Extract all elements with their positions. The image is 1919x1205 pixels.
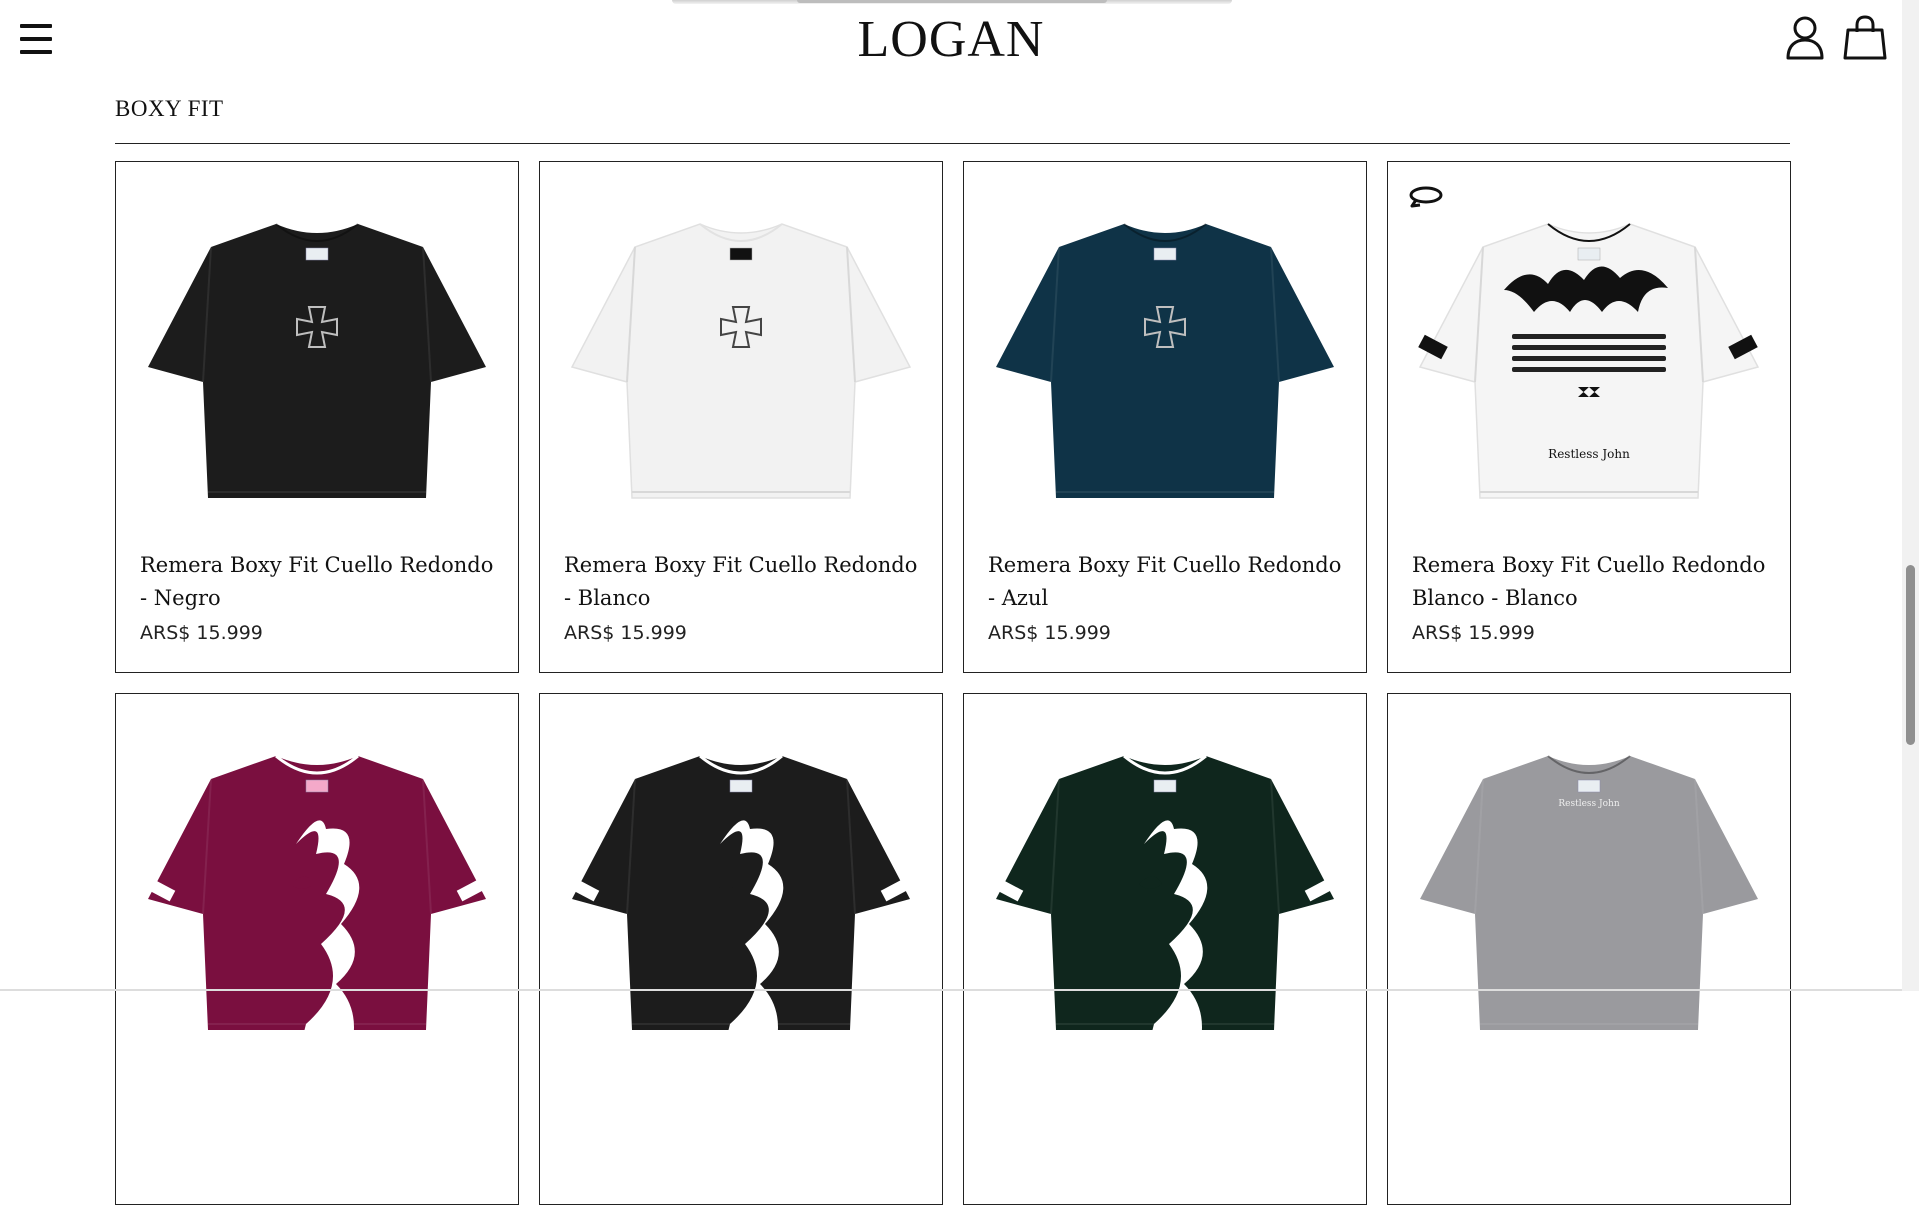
- section-title: BOXY FIT: [115, 96, 224, 121]
- product-card[interactable]: [963, 693, 1367, 1205]
- product-image[interactable]: [964, 162, 1366, 532]
- product-image[interactable]: Restless John: [1388, 162, 1790, 532]
- product-image[interactable]: [540, 162, 942, 532]
- product-card[interactable]: Remera Boxy Fit Cuello Redondo - Negro A…: [115, 161, 519, 673]
- svg-text:Restless John: Restless John: [1548, 447, 1630, 461]
- rotate-view-icon[interactable]: [1408, 184, 1444, 210]
- product-image[interactable]: [540, 694, 942, 1064]
- product-card[interactable]: Remera Boxy Fit Cuello Redondo - Blanco …: [539, 161, 943, 673]
- scrollbar[interactable]: [1902, 0, 1919, 991]
- scrollbar-thumb[interactable]: [1906, 565, 1915, 745]
- shopping-bag-icon[interactable]: [1842, 14, 1888, 62]
- svg-text:Restless John: Restless John: [1558, 799, 1619, 809]
- product-grid: Remera Boxy Fit Cuello Redondo - Negro A…: [115, 161, 1791, 1205]
- product-image[interactable]: [964, 694, 1366, 1064]
- browser-tab-edge: [672, 0, 1232, 4]
- section-divider: [115, 143, 1790, 144]
- product-card[interactable]: [539, 693, 943, 1205]
- site-logo[interactable]: LOGAN: [0, 8, 1902, 72]
- product-price: ARS$ 15.999: [988, 622, 1111, 644]
- product-price: ARS$ 15.999: [564, 622, 687, 644]
- product-name[interactable]: Remera Boxy Fit Cuello Redondo - Negro: [140, 549, 500, 615]
- product-name[interactable]: Remera Boxy Fit Cuello Redondo - Azul: [988, 549, 1348, 615]
- product-price: ARS$ 15.999: [140, 622, 263, 644]
- product-image[interactable]: [116, 694, 518, 1064]
- product-image[interactable]: [116, 162, 518, 532]
- user-icon[interactable]: [1782, 14, 1828, 62]
- product-card[interactable]: Restless John Remera Boxy Fit Cuello Red…: [1387, 161, 1791, 673]
- site-header: LOGAN: [0, 0, 1902, 78]
- product-name[interactable]: Remera Boxy Fit Cuello Redondo Blanco - …: [1412, 549, 1772, 615]
- product-price: ARS$ 15.999: [1412, 622, 1535, 644]
- product-card[interactable]: [115, 693, 519, 1205]
- product-image[interactable]: Restless John: [1388, 694, 1790, 1064]
- product-name[interactable]: Remera Boxy Fit Cuello Redondo - Blanco: [564, 549, 924, 615]
- product-card[interactable]: Restless John: [1387, 693, 1791, 1205]
- product-card[interactable]: Remera Boxy Fit Cuello Redondo - Azul AR…: [963, 161, 1367, 673]
